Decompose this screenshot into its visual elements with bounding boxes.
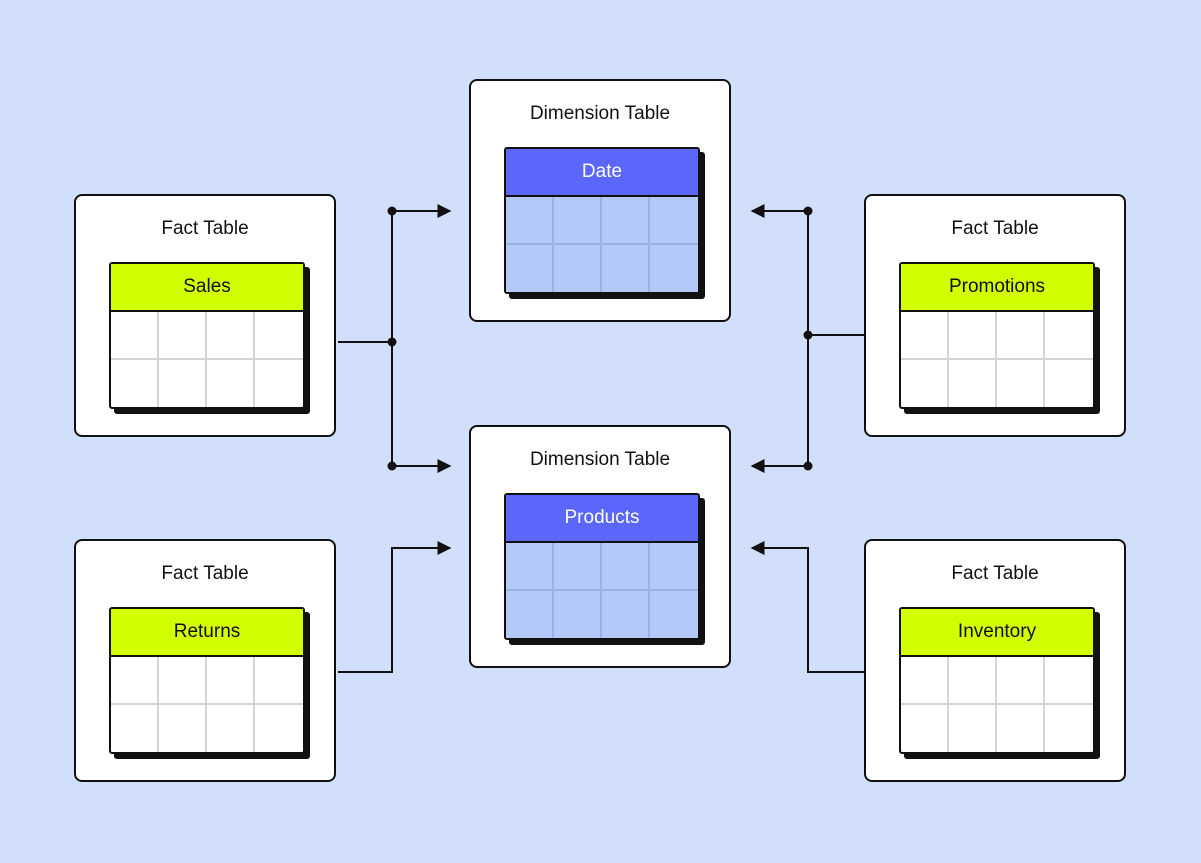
table-graphic: Returns	[109, 607, 305, 754]
table-cell	[255, 360, 303, 408]
table-cell	[159, 657, 207, 705]
table-cell	[554, 543, 602, 591]
table-name: Date	[506, 149, 698, 197]
fact-table-card-inventory: Fact Table Inventory	[864, 539, 1126, 782]
table-cell	[207, 312, 255, 360]
arrow-returns-products	[338, 541, 452, 673]
junction-dot	[803, 206, 813, 216]
table-grid	[111, 657, 303, 752]
table-cell	[255, 312, 303, 360]
card-title: Fact Table	[161, 563, 249, 584]
table-cell	[602, 590, 650, 638]
table-cell	[650, 197, 698, 245]
dimension-table-card-products: Dimension Table Products	[469, 425, 731, 668]
table-cell	[111, 312, 159, 360]
table-cell	[111, 359, 159, 407]
card-title: Fact Table	[951, 218, 1039, 239]
table-cell	[159, 704, 207, 752]
table-cell	[554, 590, 602, 638]
table-cell	[111, 657, 159, 705]
arrow-inventory-products	[750, 541, 864, 673]
card-title: Fact Table	[951, 563, 1039, 584]
table-cell	[1045, 657, 1093, 705]
table-cell	[997, 657, 1045, 705]
table-grid	[901, 312, 1093, 407]
table-cell	[255, 705, 303, 753]
table-cell	[949, 657, 997, 705]
table-cell	[554, 197, 602, 245]
junction-dot	[803, 461, 813, 471]
junction-dot	[387, 337, 397, 347]
junction-dot	[387, 206, 397, 216]
table-cell	[901, 359, 949, 407]
table-cell	[650, 590, 698, 638]
table-name: Products	[506, 495, 698, 543]
table-cell	[207, 704, 255, 752]
table-cell	[506, 543, 554, 591]
dimension-table-card-date: Dimension Table Date	[469, 79, 731, 322]
card-title: Dimension Table	[529, 103, 671, 124]
junction-dot	[803, 330, 813, 340]
fact-table-card-promotions: Fact Table Promotions	[864, 194, 1126, 437]
table-cell	[1045, 360, 1093, 408]
table-cell	[255, 657, 303, 705]
table-cell	[207, 657, 255, 705]
table-cell	[901, 657, 949, 705]
fact-table-card-sales: Fact Table Sales	[74, 194, 336, 437]
table-cell	[949, 704, 997, 752]
junction-dot	[387, 461, 397, 471]
table-cell	[602, 244, 650, 292]
table-cell	[159, 312, 207, 360]
table-name: Returns	[111, 609, 303, 657]
table-graphic: Sales	[109, 262, 305, 409]
table-cell	[997, 359, 1045, 407]
table-cell	[949, 359, 997, 407]
table-grid	[506, 543, 698, 638]
table-graphic: Products	[504, 493, 700, 640]
card-title: Fact Table	[161, 218, 249, 239]
table-cell	[901, 704, 949, 752]
table-cell	[997, 704, 1045, 752]
table-cell	[901, 312, 949, 360]
table-cell	[554, 244, 602, 292]
table-cell	[650, 543, 698, 591]
table-cell	[650, 244, 698, 292]
table-grid	[506, 197, 698, 292]
table-cell	[602, 543, 650, 591]
table-name: Promotions	[901, 264, 1093, 312]
table-graphic: Inventory	[899, 607, 1095, 754]
table-cell	[1045, 705, 1093, 753]
table-cell	[506, 244, 554, 292]
table-cell	[1045, 312, 1093, 360]
table-graphic: Date	[504, 147, 700, 294]
table-grid	[111, 312, 303, 407]
table-name: Inventory	[901, 609, 1093, 657]
table-cell	[997, 312, 1045, 360]
card-title: Dimension Table	[529, 449, 671, 470]
table-cell	[506, 197, 554, 245]
fact-table-card-returns: Fact Table Returns	[74, 539, 336, 782]
table-graphic: Promotions	[899, 262, 1095, 409]
table-cell	[207, 359, 255, 407]
table-grid	[901, 657, 1093, 752]
table-cell	[602, 197, 650, 245]
table-cell	[949, 312, 997, 360]
table-cell	[506, 590, 554, 638]
table-name: Sales	[111, 264, 303, 312]
table-cell	[111, 704, 159, 752]
table-cell	[159, 359, 207, 407]
